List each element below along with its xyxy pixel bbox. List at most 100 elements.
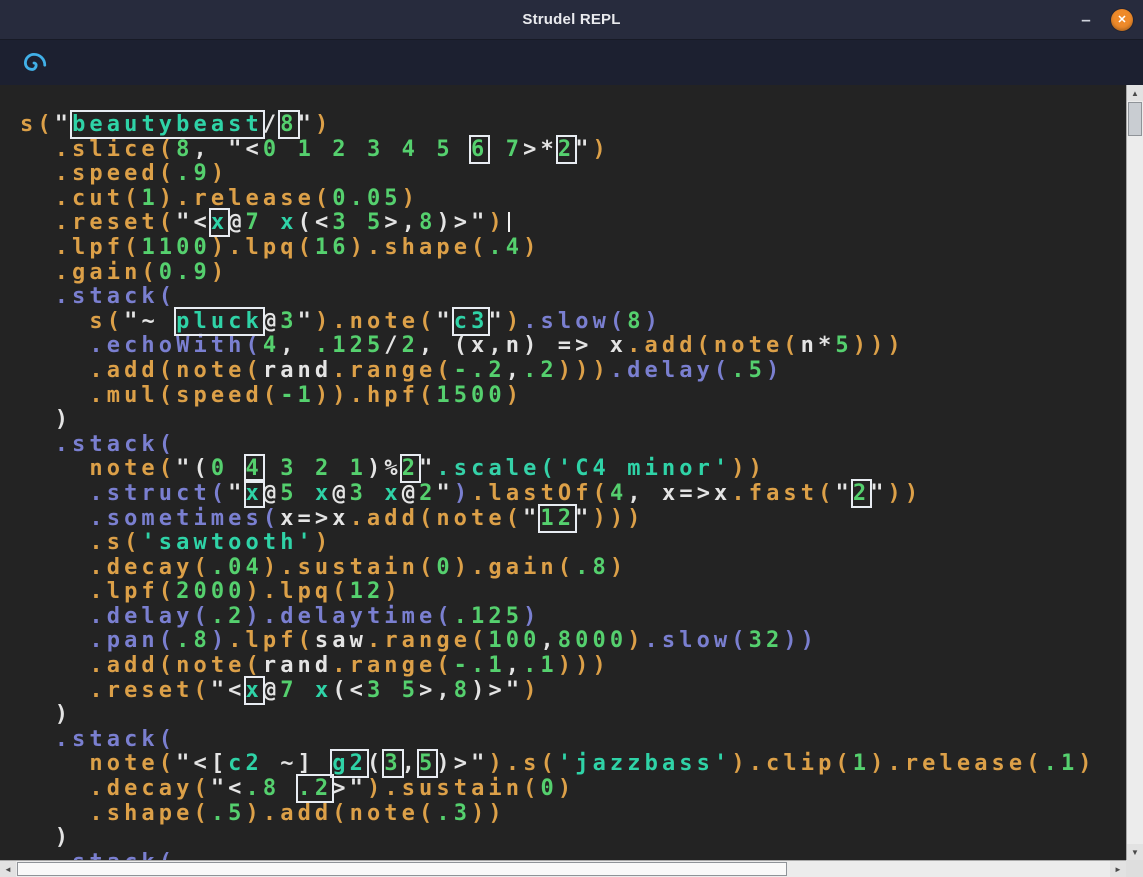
code-token: 0 1 2 3 4 5: [263, 137, 454, 162]
code-token: (<: [332, 678, 367, 703]
titlebar[interactable]: Strudel REPL – ✕: [0, 0, 1143, 40]
code-line: .s('sawtooth'): [20, 531, 1126, 556]
code-token: .04: [211, 555, 263, 580]
code-token: [263, 456, 280, 481]
code-token: )): [315, 383, 350, 408]
code-line: note("(0 4 3 2 1)%2".scale('C4 minor')): [20, 457, 1126, 482]
code-line: s("~ pluck@3").note("c3").slow(8): [20, 310, 1126, 335]
code-token: [20, 284, 55, 309]
code-token: .2: [523, 358, 558, 383]
code-token: ": [228, 481, 245, 506]
code-token: .shape(: [367, 235, 488, 260]
code-token: .note(: [332, 309, 436, 334]
scroll-left-icon[interactable]: ◄: [0, 861, 16, 877]
code-area[interactable]: s("beautybeast/8") .slice(8, "<0 1 2 3 4…: [0, 85, 1126, 860]
code-token: [20, 358, 89, 383]
code-token: 3: [280, 309, 297, 334]
code-token: ): [523, 235, 540, 260]
code-token: ": [471, 210, 488, 235]
code-token: >,: [384, 210, 419, 235]
code-token: .gain(: [55, 260, 159, 285]
code-token: 2: [419, 481, 436, 506]
code-token: ): [159, 186, 176, 211]
active-event-highlight: x: [246, 481, 263, 506]
code-token: ": [835, 481, 852, 506]
code-token: )%: [367, 456, 402, 481]
code-token: .delay(: [89, 604, 210, 629]
code-token: ): [506, 383, 523, 408]
code-token: 7: [280, 678, 297, 703]
active-event-highlight: 2: [402, 456, 419, 481]
code-line: .struct("x@5 x@3 x@2").lastOf(4, x=>x.fa…: [20, 482, 1126, 507]
code-token: .lpq(: [228, 235, 315, 260]
code-token: .lastOf(: [471, 481, 610, 506]
code-token: [20, 776, 89, 801]
code-token: [20, 432, 55, 457]
code-token: ): [263, 555, 280, 580]
close-button[interactable]: ✕: [1111, 9, 1133, 31]
code-token: ))): [558, 358, 610, 383]
code-token: .slice(: [55, 137, 176, 162]
horizontal-scrollbar[interactable]: ◄ ►: [0, 860, 1126, 877]
code-token: 1100: [141, 235, 210, 260]
code-token: ): [766, 358, 783, 383]
code-token: , (x,n) => x: [419, 333, 627, 358]
code-token: )): [731, 456, 766, 481]
code-token: @: [263, 678, 280, 703]
code-token: .decay(: [89, 776, 210, 801]
code-token: .cut(: [55, 186, 142, 211]
code-token: .8: [246, 776, 281, 801]
scrollbar-corner: [1126, 860, 1143, 877]
code-token: ): [523, 604, 540, 629]
code-line: .mul(speed(-1)).hpf(1500): [20, 384, 1126, 409]
scroll-up-icon[interactable]: ▲: [1127, 85, 1143, 101]
text-cursor: [508, 212, 510, 232]
code-token: ~: [141, 309, 176, 334]
code-token: note(: [176, 653, 263, 678]
code-token: .lpq(: [263, 579, 350, 604]
code-token: )): [471, 801, 506, 826]
minimize-button[interactable]: –: [1077, 0, 1095, 40]
scroll-down-icon[interactable]: ▼: [1127, 844, 1143, 860]
code-token: note(: [89, 456, 176, 481]
code-token: note(: [714, 333, 801, 358]
code-token: .s(: [89, 530, 141, 555]
horizontal-scroll-thumb[interactable]: [17, 862, 787, 876]
code-token: ,: [402, 751, 419, 776]
code-token: 0.05: [332, 186, 401, 211]
code-token: )>: [436, 751, 471, 776]
code-token: ": [350, 776, 367, 801]
code-token: [280, 776, 297, 801]
code-token: .hpf(: [350, 383, 437, 408]
editor: s("beautybeast/8") .slice(8, "<0 1 2 3 4…: [0, 85, 1143, 877]
code-token: [20, 579, 89, 604]
code-token: )>: [436, 210, 471, 235]
code-token: [20, 137, 55, 162]
active-event-highlight: 4: [246, 456, 263, 481]
code-token: 4: [263, 333, 280, 358]
code-token: )>: [471, 678, 506, 703]
scroll-right-icon[interactable]: ►: [1110, 861, 1126, 877]
code-token: @: [263, 481, 280, 506]
code-token: ": [436, 481, 453, 506]
code-token: [20, 186, 55, 211]
vertical-scroll-thumb[interactable]: [1128, 102, 1142, 136]
code-token: .slow(: [523, 309, 627, 334]
code-token: 32: [749, 628, 784, 653]
code-token: .add(: [89, 358, 176, 383]
code-token: [20, 628, 89, 653]
code-token: 'sawtooth': [141, 530, 314, 555]
vertical-scrollbar[interactable]: ▲ ▼: [1126, 85, 1143, 860]
code-token: .gain(: [471, 555, 575, 580]
active-event-highlight: 3: [384, 751, 401, 776]
strudel-spiral-logo-icon[interactable]: [20, 49, 48, 77]
code-line: .stack(: [20, 851, 1126, 860]
code-token: ): [1078, 751, 1095, 776]
code-token: .mul(: [89, 383, 176, 408]
code-token: 7: [506, 137, 523, 162]
code-token: .add(: [350, 506, 437, 531]
code-token: ": [298, 309, 315, 334]
code-token: ): [246, 604, 263, 629]
code-token: .stack(: [55, 284, 176, 309]
code-token: , x=>x: [627, 481, 731, 506]
